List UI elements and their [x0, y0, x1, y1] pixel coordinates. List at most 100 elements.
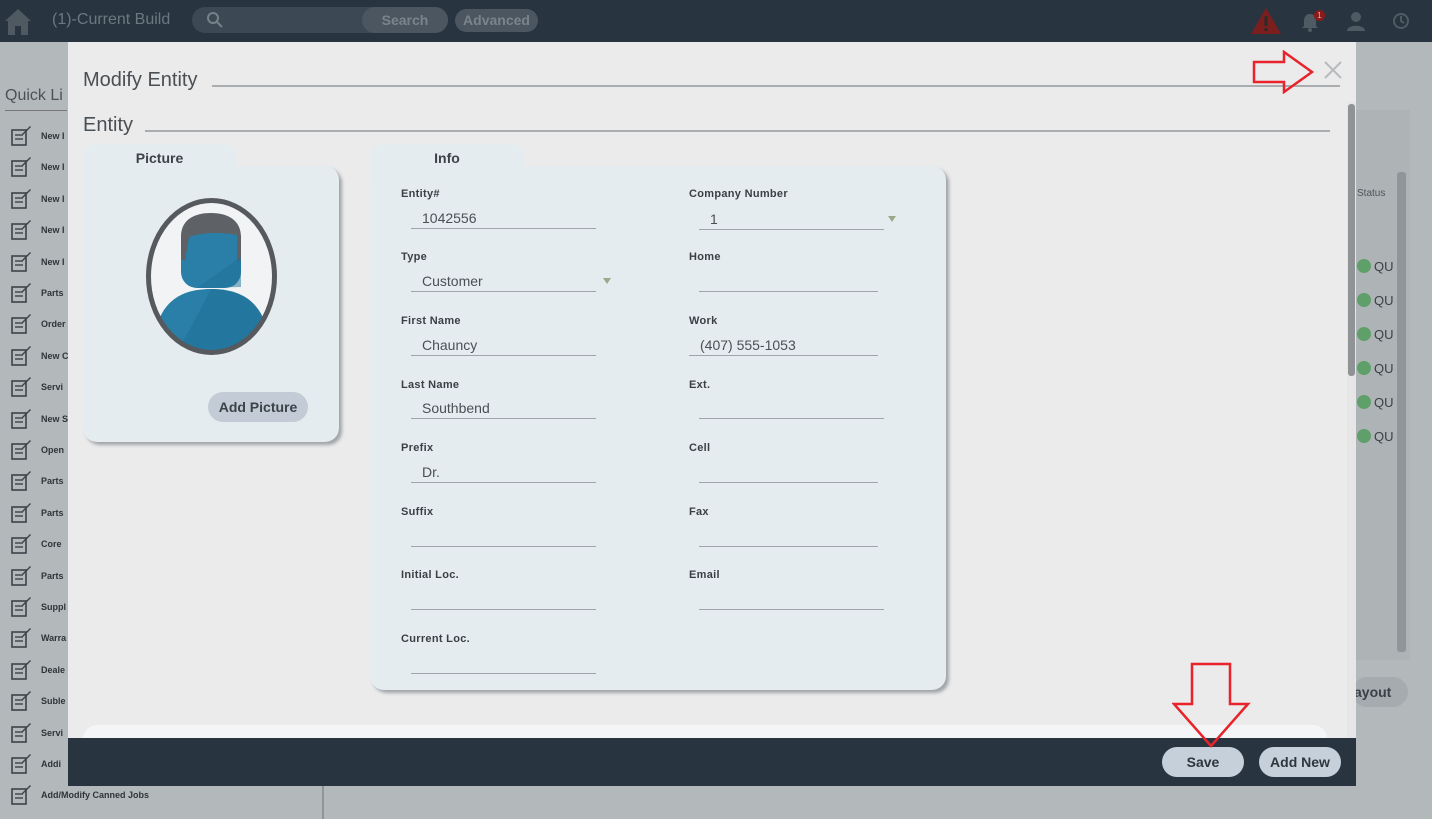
- quick-link-label: Servi: [41, 727, 64, 738]
- clock-icon[interactable]: [1392, 12, 1410, 30]
- dialog-footer: Save Add New: [68, 738, 1356, 786]
- ext-field[interactable]: [699, 397, 884, 419]
- home-phone-label: Home: [689, 251, 721, 263]
- chevron-down-icon[interactable]: [888, 216, 896, 222]
- quick-links-title: Quick Li: [5, 87, 63, 104]
- search-button[interactable]: Search: [362, 7, 448, 33]
- quick-link-label: New I: [41, 131, 65, 141]
- quick-link-label: Suble: [41, 696, 66, 707]
- close-icon[interactable]: [1322, 59, 1344, 81]
- quick-link-label: New I: [41, 162, 65, 173]
- quick-link-label: Suppl: [41, 602, 66, 612]
- initial-loc-field[interactable]: [411, 588, 596, 610]
- last-name-label: Last Name: [401, 379, 460, 391]
- document-edit-icon: [11, 408, 31, 429]
- quick-link-label: Order: [41, 319, 66, 330]
- divider: [322, 785, 324, 819]
- email-field[interactable]: [699, 588, 884, 610]
- quick-link-label: New I: [41, 193, 65, 204]
- quick-link-item[interactable]: Add/Modify Canned Jobs: [10, 784, 330, 810]
- first-name-field[interactable]: [411, 334, 596, 356]
- quick-link-label: Parts: [41, 288, 64, 298]
- work-phone-field[interactable]: [689, 334, 878, 356]
- warning-icon[interactable]: [1250, 7, 1282, 35]
- document-edit-icon: [11, 597, 31, 617]
- status-text: QU: [1374, 327, 1394, 342]
- document-edit-icon: [11, 754, 31, 774]
- quick-link-label: Add/Modify Canned Jobs: [41, 790, 149, 801]
- background-scrollbar[interactable]: [1397, 172, 1406, 652]
- user-icon[interactable]: [1346, 11, 1366, 31]
- prefix-field[interactable]: [411, 461, 596, 483]
- home-icon[interactable]: [4, 6, 32, 36]
- type-select[interactable]: [411, 270, 596, 292]
- info-card: [370, 166, 946, 690]
- chevron-down-icon[interactable]: [603, 278, 611, 284]
- entity-number-label: Entity#: [401, 188, 440, 200]
- status-text: QU: [1374, 259, 1394, 274]
- status-text: QU: [1374, 293, 1394, 308]
- company-number-label: Company Number: [689, 188, 788, 200]
- cell-field[interactable]: [699, 461, 878, 483]
- document-edit-icon: [11, 691, 31, 711]
- quick-link-label: Warra: [41, 633, 67, 644]
- first-name-label: First Name: [401, 315, 461, 327]
- document-edit-icon: [11, 659, 31, 680]
- document-edit-icon: [11, 722, 31, 743]
- document-edit-icon: [11, 126, 31, 146]
- add-picture-button[interactable]: Add Picture: [208, 392, 308, 422]
- quick-link-label: New S: [41, 413, 69, 424]
- status-text: QU: [1374, 395, 1394, 410]
- section-title: Entity: [83, 114, 134, 136]
- add-new-button[interactable]: Add New: [1259, 747, 1341, 777]
- status-text: QU: [1374, 361, 1394, 376]
- document-edit-icon: [11, 471, 31, 492]
- advanced-search-button[interactable]: Advanced: [455, 9, 538, 32]
- save-button[interactable]: Save: [1162, 747, 1244, 777]
- quick-link-label: Parts: [41, 570, 64, 581]
- last-name-field[interactable]: [411, 397, 596, 419]
- divider: [212, 85, 1340, 87]
- quick-link-label: Parts: [41, 507, 64, 518]
- home-phone-field[interactable]: [699, 270, 878, 292]
- quick-link-label: Addi: [41, 759, 61, 769]
- quick-link-label: Core: [41, 539, 62, 550]
- document-edit-icon: [11, 220, 31, 240]
- document-edit-icon: [11, 157, 31, 178]
- quick-link-label: Open: [41, 445, 65, 455]
- app-title: (1)-Current Build: [52, 11, 171, 28]
- quick-link-label: New I: [41, 225, 65, 236]
- top-bar: (1)-Current Build Search Advanced 1: [0, 0, 1432, 42]
- document-edit-icon: [11, 377, 31, 397]
- status-column-header: Status: [1357, 188, 1386, 199]
- quick-link-label: New C: [41, 350, 69, 361]
- status-dot-icon: [1357, 395, 1371, 409]
- notification-badge: 1: [1314, 10, 1325, 21]
- company-number-select[interactable]: [699, 208, 884, 230]
- layout-button[interactable]: ayout: [1352, 677, 1408, 707]
- cell-label: Cell: [689, 442, 711, 454]
- document-edit-icon: [11, 534, 31, 554]
- current-loc-label: Current Loc.: [401, 633, 470, 645]
- entity-number-field[interactable]: [411, 207, 596, 229]
- dialog-title: Modify Entity: [83, 69, 198, 91]
- suffix-field[interactable]: [411, 525, 596, 547]
- avatar-placeholder-icon: [146, 198, 277, 355]
- work-phone-label: Work: [689, 315, 718, 327]
- initial-loc-label: Initial Loc.: [401, 569, 459, 581]
- status-dot-icon: [1357, 293, 1371, 307]
- type-label: Type: [401, 251, 428, 263]
- quick-link-label: Deale: [41, 664, 66, 675]
- document-edit-icon: [11, 188, 31, 209]
- document-edit-icon: [11, 440, 31, 460]
- fax-label: Fax: [689, 506, 709, 518]
- fax-field[interactable]: [699, 525, 878, 547]
- document-edit-icon: [11, 628, 31, 649]
- document-edit-icon: [11, 251, 31, 272]
- divider: [145, 130, 1330, 132]
- current-loc-field[interactable]: [411, 652, 596, 674]
- dialog-scrollbar-thumb[interactable]: [1348, 104, 1355, 376]
- document-edit-icon: [11, 283, 31, 303]
- search-icon: [207, 12, 223, 28]
- document-edit-icon: [11, 785, 31, 806]
